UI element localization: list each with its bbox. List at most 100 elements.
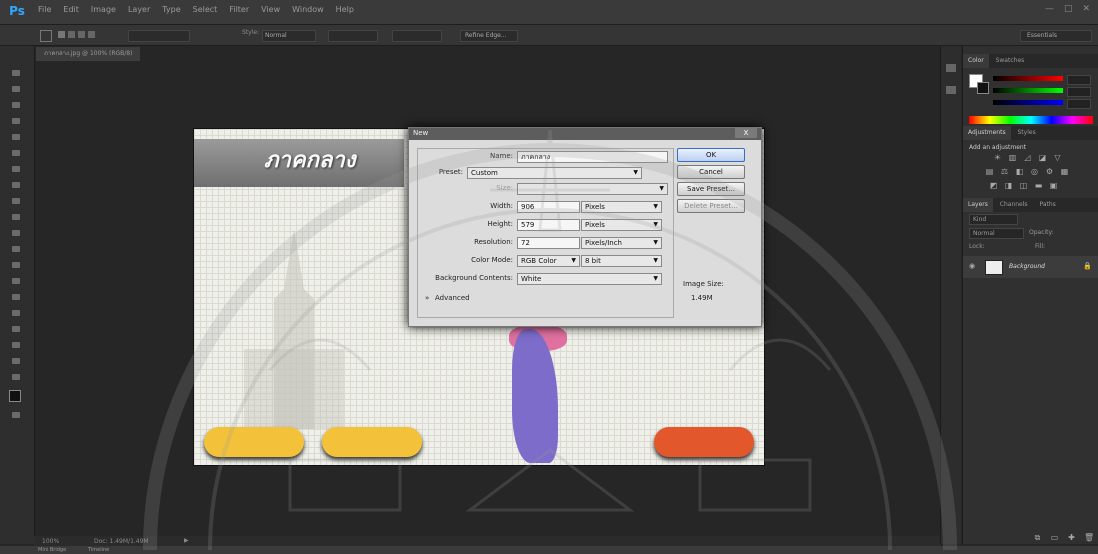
menu-view[interactable]: View <box>261 5 280 14</box>
quick-mask-icon[interactable] <box>10 410 22 420</box>
zoom-level[interactable]: 100% <box>42 538 59 545</box>
save-preset-button[interactable]: Save Preset... <box>677 182 745 196</box>
lasso-tool-icon[interactable] <box>10 100 22 110</box>
marquee-tool-preset-icon[interactable] <box>40 30 52 42</box>
green-slider[interactable] <box>993 88 1063 93</box>
tab-paths[interactable]: Paths <box>1034 198 1060 212</box>
threshold-icon[interactable]: ◫ <box>1019 182 1028 190</box>
advanced-toggle-icon[interactable]: » <box>425 294 429 302</box>
dialog-close-button[interactable]: X <box>735 128 757 138</box>
menu-filter[interactable]: Filter <box>229 5 249 14</box>
blend-mode-select[interactable]: Normal <box>969 228 1024 239</box>
layer-name[interactable]: Background <box>1009 263 1045 270</box>
pen-tool-icon[interactable] <box>10 292 22 302</box>
color-lookup-icon[interactable]: ▦ <box>1060 168 1069 176</box>
clone-stamp-tool-icon[interactable] <box>10 196 22 206</box>
blue-value-field[interactable] <box>1067 99 1091 109</box>
subtract-selection-icon[interactable] <box>78 31 85 38</box>
foreground-color-swatch[interactable] <box>9 390 21 402</box>
black-white-icon[interactable]: ◧ <box>1015 168 1024 176</box>
history-brush-tool-icon[interactable] <box>10 212 22 222</box>
menu-window[interactable]: Window <box>292 5 324 14</box>
status-menu-arrow-icon[interactable]: ▶ <box>184 537 189 544</box>
background-swatch[interactable] <box>977 82 989 94</box>
channel-mixer-icon[interactable]: ⚙ <box>1045 168 1054 176</box>
color-mode-select[interactable]: RGB Color ▼ <box>517 255 580 267</box>
tab-channels[interactable]: Channels <box>995 198 1033 212</box>
intersect-selection-icon[interactable] <box>88 31 95 38</box>
properties-panel-icon[interactable] <box>946 86 956 94</box>
delete-layer-icon[interactable]: 🗑 <box>1084 534 1094 542</box>
selection-mode-icons[interactable] <box>58 30 98 40</box>
quick-selection-tool-icon[interactable] <box>10 116 22 126</box>
new-group-icon[interactable]: ▭ <box>1050 534 1059 542</box>
document-tab[interactable]: ภาคกลาง.jpg @ 100% (RGB/8) <box>36 47 141 61</box>
red-value-field[interactable] <box>1067 75 1091 85</box>
blur-tool-icon[interactable] <box>10 260 22 270</box>
selective-color-icon[interactable]: ▣ <box>1049 182 1058 190</box>
type-tool-icon[interactable] <box>10 308 22 318</box>
color-balance-icon[interactable]: ⚖ <box>1000 168 1009 176</box>
path-selection-tool-icon[interactable] <box>10 324 22 334</box>
menu-file[interactable]: File <box>38 5 51 14</box>
resolution-unit-select[interactable]: Pixels/Inch ▼ <box>581 237 662 249</box>
rectangle-tool-icon[interactable] <box>10 340 22 350</box>
hue-saturation-icon[interactable]: ▤ <box>985 168 994 176</box>
menu-type[interactable]: Type <box>162 5 180 14</box>
move-tool-icon[interactable] <box>10 68 22 78</box>
refine-edge-button[interactable]: Refine Edge... <box>460 30 518 42</box>
eraser-tool-icon[interactable] <box>10 228 22 238</box>
brightness-contrast-icon[interactable]: ☀ <box>993 154 1002 162</box>
tab-color[interactable]: Color <box>963 54 989 68</box>
workspace-select[interactable]: Essentials <box>1020 30 1092 42</box>
eyedropper-tool-icon[interactable] <box>10 148 22 158</box>
vibrance-icon[interactable]: ▽ <box>1053 154 1062 162</box>
height-input[interactable]: 579 <box>517 219 580 231</box>
photo-filter-icon[interactable]: ◎ <box>1030 168 1039 176</box>
invert-icon[interactable]: ◩ <box>989 182 998 190</box>
menu-layer[interactable]: Layer <box>128 5 150 14</box>
advanced-label[interactable]: Advanced <box>435 294 470 302</box>
eye-icon[interactable]: ◉ <box>969 262 975 270</box>
menu-edit[interactable]: Edit <box>63 5 79 14</box>
tab-layers[interactable]: Layers <box>963 198 993 212</box>
maximize-icon[interactable]: □ <box>1064 4 1073 14</box>
gradient-map-icon[interactable]: ▬ <box>1034 182 1043 190</box>
menu-help[interactable]: Help <box>336 5 354 14</box>
new-layer-icon[interactable]: ✚ <box>1067 534 1076 542</box>
exposure-icon[interactable]: ◪ <box>1038 154 1047 162</box>
feather-field[interactable] <box>128 30 190 42</box>
minimize-icon[interactable]: — <box>1045 4 1054 14</box>
style-select[interactable]: Normal <box>262 30 316 42</box>
width-field[interactable] <box>328 30 378 42</box>
blue-slider[interactable] <box>993 100 1063 105</box>
dodge-tool-icon[interactable] <box>10 276 22 286</box>
size-select[interactable]: ▼ <box>517 183 668 195</box>
height-unit-select[interactable]: Pixels ▼ <box>581 219 662 231</box>
menu-select[interactable]: Select <box>193 5 218 14</box>
width-input[interactable]: 906 <box>517 201 580 213</box>
ok-button[interactable]: OK <box>677 148 745 162</box>
color-spectrum-bar[interactable] <box>969 116 1093 124</box>
add-selection-icon[interactable] <box>68 31 75 38</box>
cancel-button[interactable]: Cancel <box>677 165 745 179</box>
levels-icon[interactable]: ▥ <box>1008 154 1017 162</box>
link-layers-icon[interactable]: ⧉ <box>1033 534 1042 542</box>
green-value-field[interactable] <box>1067 87 1091 97</box>
background-contents-select[interactable]: White ▼ <box>517 273 662 285</box>
layer-kind-filter[interactable]: Kind <box>969 214 1018 225</box>
history-panel-icon[interactable] <box>946 64 956 72</box>
brush-tool-icon[interactable] <box>10 180 22 190</box>
name-field[interactable]: ภาคกลาง <box>517 151 668 163</box>
mini-bridge-tab[interactable]: Mini Bridge <box>38 547 66 553</box>
red-slider[interactable] <box>993 76 1063 81</box>
gradient-tool-icon[interactable] <box>10 244 22 254</box>
posterize-icon[interactable]: ◨ <box>1004 182 1013 190</box>
curves-icon[interactable]: ◿ <box>1023 154 1032 162</box>
preset-select[interactable]: Custom ▼ <box>467 167 642 179</box>
healing-brush-tool-icon[interactable] <box>10 164 22 174</box>
zoom-tool-icon[interactable] <box>10 372 22 382</box>
bit-depth-select[interactable]: 8 bit ▼ <box>581 255 662 267</box>
close-icon[interactable]: ✕ <box>1082 4 1090 14</box>
tab-styles[interactable]: Styles <box>1013 126 1041 140</box>
